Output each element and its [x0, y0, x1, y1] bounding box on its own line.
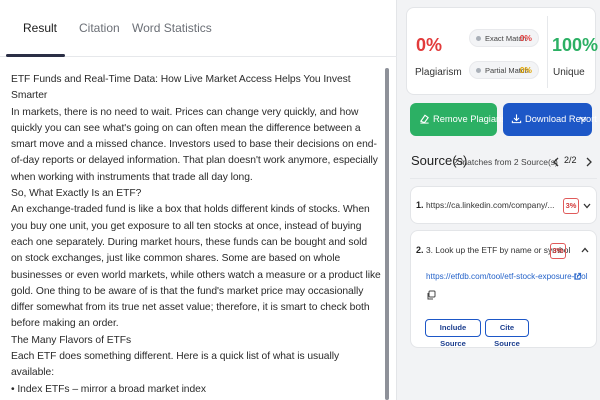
- source-item-2: 2. 3. Look up the ETF by name or symbol …: [410, 230, 597, 348]
- remove-plagiarism-button[interactable]: Remove Plagiarism: [410, 103, 514, 136]
- tab-citation[interactable]: Citation: [79, 21, 120, 35]
- document-text: ETF Funds and Real-Time Data: How Live M…: [11, 72, 381, 400]
- dot-icon: [476, 36, 481, 41]
- source-item-1[interactable]: 1. https://ca.linkedin.com/company/... 3…: [410, 186, 597, 224]
- chevron-down-icon[interactable]: [583, 203, 591, 209]
- source-match-badge: 3%: [550, 243, 566, 259]
- plagiarism-percent: 0%: [416, 35, 443, 55]
- doc-heading: So, What Exactly Is an ETF?: [11, 188, 142, 200]
- scrollbar-thumb[interactable]: [385, 68, 389, 400]
- source-match-badge: 3%: [563, 198, 579, 214]
- tab-bar: Result Citation Word Statistics: [0, 0, 397, 57]
- unique-percent: 100%: [552, 35, 599, 55]
- remove-plagiarism-label: Remove Plagiarism: [433, 114, 514, 124]
- doc-paragraph: Each ETF does something different. Here …: [11, 351, 340, 379]
- chevron-down-icon: [579, 116, 587, 122]
- external-link-icon[interactable]: [573, 272, 582, 281]
- doc-heading: The Many Flavors of ETFs: [11, 334, 132, 346]
- sources-subtitle: 2 matches from 2 Source(s): [453, 157, 558, 167]
- source-number: 2.: [416, 245, 424, 255]
- partial-match-value: 0%: [519, 65, 532, 75]
- active-tab-indicator: [6, 54, 65, 57]
- include-source-button[interactable]: Include Source: [425, 319, 481, 348]
- doc-paragraph: In markets, there is no need to wait. Pr…: [11, 106, 378, 183]
- tab-word-statistics[interactable]: Word Statistics: [132, 21, 212, 35]
- source-link[interactable]: https://etfdb.com/tool/etf-stock-exposur…: [426, 272, 588, 281]
- divider: [410, 178, 597, 179]
- stats-card: 0% Plagiarism Exact Match 0% Partial Mat…: [406, 7, 599, 95]
- chevron-right-icon[interactable]: [586, 157, 592, 167]
- chevron-left-icon[interactable]: [553, 157, 559, 167]
- result-panel: Result Citation Word Statistics ETF Fund…: [0, 0, 397, 400]
- stats-divider: [547, 16, 548, 88]
- plagiarism-label: Plagiarism: [415, 67, 462, 78]
- copy-icon[interactable]: [426, 290, 436, 300]
- doc-title: ETF Funds and Real-Time Data: How Live M…: [11, 74, 351, 102]
- download-report-button[interactable]: Download Report: [503, 103, 597, 136]
- doc-paragraph: An exchange-traded fund is like a box th…: [11, 204, 381, 330]
- partial-match-pill: Partial Match 0%: [469, 61, 539, 79]
- doc-list-item: • Index ETFs – mirror a broad market ind…: [11, 383, 206, 395]
- cite-source-button[interactable]: Cite Source: [485, 319, 529, 348]
- document-scrollbar[interactable]: [385, 68, 389, 400]
- exact-match-value: 0%: [519, 33, 532, 43]
- source-url: https://ca.linkedin.com/company/...: [426, 200, 555, 210]
- app-root: Result Citation Word Statistics ETF Fund…: [0, 0, 600, 400]
- exact-match-pill: Exact Match 0%: [469, 29, 539, 47]
- source-number: 1.: [416, 200, 424, 210]
- dot-icon: [476, 68, 481, 73]
- unique-label: Unique: [553, 67, 585, 78]
- eraser-icon: [419, 114, 429, 124]
- source-pager: 2/2: [564, 155, 577, 165]
- tab-result[interactable]: Result: [23, 21, 57, 35]
- source-snippet: 3. Look up the ETF by name or symbol: [426, 245, 571, 255]
- chevron-up-icon[interactable]: [581, 247, 589, 253]
- download-icon: [511, 114, 522, 124]
